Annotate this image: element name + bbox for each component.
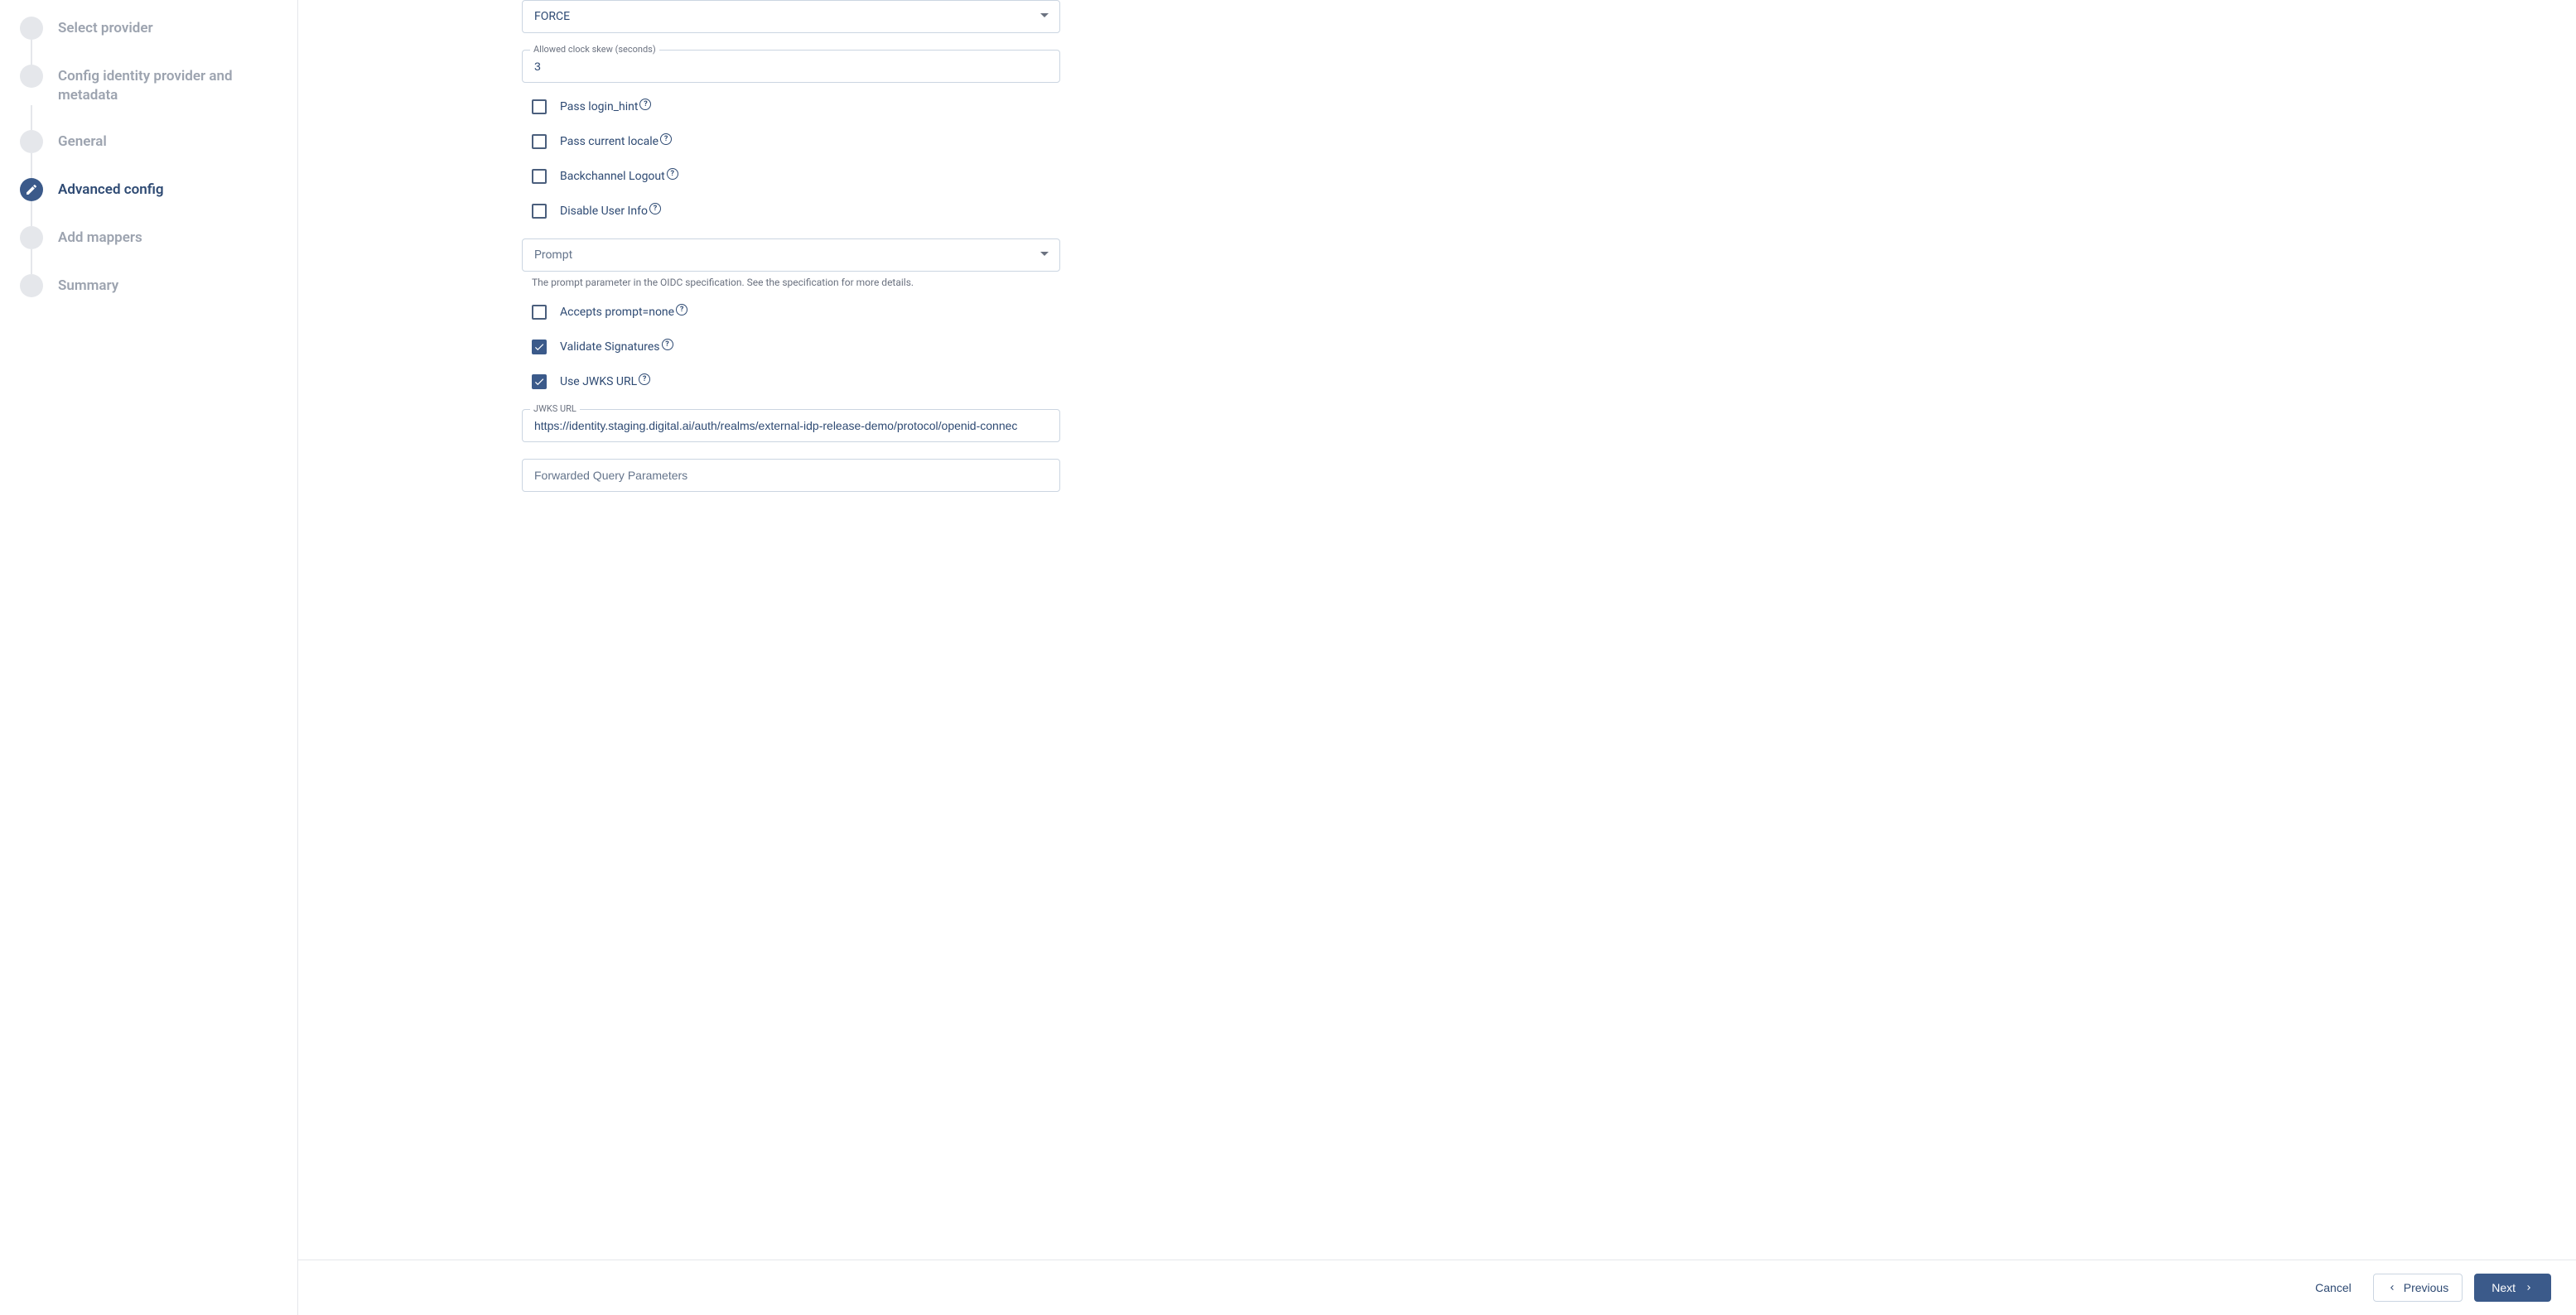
force-select[interactable]: FORCE	[522, 0, 1060, 33]
clock-skew-label: Allowed clock skew (seconds)	[530, 44, 659, 55]
jwks-url-field: JWKS URL	[522, 409, 1060, 442]
pass-current-locale-row: Pass current locale ?	[532, 134, 1060, 149]
help-icon[interactable]: ?	[649, 203, 661, 214]
accepts-prompt-none-label: Accepts prompt=none ?	[560, 306, 687, 319]
disable-user-info-checkbox[interactable]	[532, 204, 547, 219]
chevron-right-icon	[2524, 1283, 2534, 1293]
help-icon[interactable]: ?	[662, 339, 673, 350]
help-icon[interactable]: ?	[667, 168, 678, 180]
help-icon[interactable]: ?	[639, 373, 650, 385]
step-config-idp-metadata[interactable]: Config identity provider and metadata	[20, 65, 281, 105]
pass-current-locale-label: Pass current locale ?	[560, 135, 672, 148]
validate-signatures-label: Validate Signatures ?	[560, 340, 673, 354]
validate-signatures-row: Validate Signatures ?	[532, 340, 1060, 354]
step-label: General	[58, 130, 107, 152]
step-dot-icon	[20, 130, 43, 153]
main-content: FORCE Allowed clock skew (seconds) Pass …	[298, 0, 2576, 1315]
cancel-button[interactable]: Cancel	[2305, 1274, 2361, 1301]
step-label: Add mappers	[58, 226, 142, 248]
step-dot-icon	[20, 65, 43, 88]
accepts-prompt-none-row: Accepts prompt=none ?	[532, 305, 1060, 320]
step-summary[interactable]: Summary	[20, 274, 281, 297]
chevron-left-icon	[2387, 1283, 2397, 1293]
prompt-select[interactable]: Prompt	[522, 238, 1060, 272]
backchannel-logout-checkbox[interactable]	[532, 169, 547, 184]
pass-login-hint-row: Pass login_hint ?	[532, 99, 1060, 114]
step-dot-icon	[20, 274, 43, 297]
backchannel-logout-label: Backchannel Logout ?	[560, 170, 678, 183]
force-select-value: FORCE	[534, 10, 570, 23]
previous-button[interactable]: Previous	[2373, 1274, 2463, 1302]
step-general[interactable]: General	[20, 130, 281, 153]
step-label: Config identity provider and metadata	[58, 65, 281, 105]
step-label: Summary	[58, 274, 118, 296]
use-jwks-url-row: Use JWKS URL ?	[532, 374, 1060, 389]
step-label: Advanced config	[58, 178, 164, 200]
disable-user-info-row: Disable User Info ?	[532, 204, 1060, 219]
wizard-sidebar: Select provider Config identity provider…	[0, 0, 298, 1315]
help-icon[interactable]: ?	[639, 99, 651, 110]
step-add-mappers[interactable]: Add mappers	[20, 226, 281, 249]
forwarded-query-field	[522, 459, 1060, 492]
pass-login-hint-label: Pass login_hint ?	[560, 100, 651, 113]
help-icon[interactable]: ?	[676, 304, 687, 316]
help-icon[interactable]: ?	[660, 133, 672, 145]
prompt-select-placeholder: Prompt	[534, 248, 572, 262]
step-dot-icon	[20, 226, 43, 249]
step-advanced-config[interactable]: Advanced config	[20, 178, 281, 201]
next-button[interactable]: Next	[2474, 1274, 2551, 1302]
jwks-url-label: JWKS URL	[530, 403, 580, 414]
jwks-url-input[interactable]	[522, 409, 1060, 442]
backchannel-logout-row: Backchannel Logout ?	[532, 169, 1060, 184]
clock-skew-field: Allowed clock skew (seconds)	[522, 50, 1060, 83]
use-jwks-url-label: Use JWKS URL ?	[560, 375, 650, 388]
disable-user-info-label: Disable User Info ?	[560, 205, 661, 218]
step-select-provider[interactable]: Select provider	[20, 17, 281, 40]
accepts-prompt-none-checkbox[interactable]	[532, 305, 547, 320]
pass-login-hint-checkbox[interactable]	[532, 99, 547, 114]
wizard-footer: Cancel Previous Next	[298, 1260, 2576, 1315]
pass-current-locale-checkbox[interactable]	[532, 134, 547, 149]
clock-skew-input[interactable]	[522, 50, 1060, 83]
prompt-helper-text: The prompt parameter in the OIDC specifi…	[532, 277, 1060, 288]
validate-signatures-checkbox[interactable]	[532, 340, 547, 354]
step-label: Select provider	[58, 17, 153, 38]
forwarded-query-input[interactable]	[522, 459, 1060, 492]
edit-icon	[20, 178, 43, 201]
use-jwks-url-checkbox[interactable]	[532, 374, 547, 389]
step-dot-icon	[20, 17, 43, 40]
